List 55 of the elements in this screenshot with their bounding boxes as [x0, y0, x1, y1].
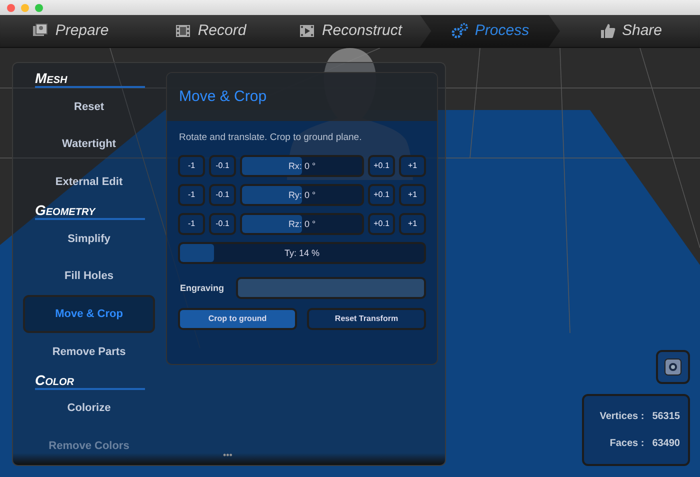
- step-button[interactable]: +1: [399, 155, 426, 178]
- minimize-button[interactable]: [21, 4, 29, 12]
- stat-value: 63490: [652, 437, 680, 452]
- crop-button[interactable]: Crop to ground: [178, 308, 297, 330]
- step-button[interactable]: -0.1: [209, 213, 236, 236]
- stat-label: Faces :: [610, 437, 644, 452]
- sidebar-item[interactable]: Colorize: [23, 390, 155, 428]
- zoom-button[interactable]: [35, 4, 43, 12]
- tab[interactable]: Share: [560, 15, 700, 47]
- step-button[interactable]: -0.1: [209, 155, 236, 178]
- tab[interactable]: Record: [140, 15, 280, 47]
- slider-label: Ry: 0 °: [288, 189, 316, 202]
- slider-track[interactable]: Ty: 14 %: [178, 242, 426, 264]
- film-play-icon: [298, 22, 316, 40]
- step-button[interactable]: -1: [178, 155, 205, 178]
- sidebar-item[interactable]: Move & Crop: [23, 295, 155, 334]
- engraving-label: Engraving: [180, 282, 224, 295]
- dialog-description: Rotate and translate. Crop to ground plane.: [178, 131, 363, 145]
- stat-label: Vertices :: [600, 410, 644, 424]
- step-button[interactable]: -1: [178, 213, 205, 236]
- tab[interactable]: Reconstruct: [280, 15, 420, 47]
- sidebar-item[interactable]: External Edit: [23, 163, 155, 202]
- dialog-title: Move & Crop: [179, 86, 267, 107]
- tab[interactable]: Prepare: [0, 15, 140, 47]
- step-button[interactable]: +0.1: [368, 184, 395, 206]
- slider-track[interactable]: Ry: 0 °: [240, 184, 364, 206]
- sidebar-item[interactable]: Watertight: [23, 126, 155, 164]
- sidebar-item[interactable]: Simplify: [23, 220, 155, 258]
- more-indicator: •••: [223, 448, 232, 462]
- slider-track[interactable]: Rz: 0 °: [240, 213, 364, 236]
- step-button[interactable]: +1: [399, 184, 426, 206]
- step-button[interactable]: -0.1: [209, 184, 236, 206]
- slider-label: Rz: 0 °: [288, 218, 316, 232]
- slider-label: Rx: 0 °: [288, 160, 316, 174]
- gears-icon: [450, 22, 469, 40]
- section-header: Color: [35, 372, 145, 390]
- sidebar-item[interactable]: Remove Parts: [23, 333, 155, 371]
- snapshot-button[interactable]: [656, 350, 690, 384]
- film-icon: [174, 22, 192, 40]
- engraving-input-field[interactable]: [236, 277, 426, 300]
- close-button[interactable]: [7, 4, 15, 12]
- sidebar-item[interactable]: Fill Holes: [23, 258, 155, 296]
- step-button[interactable]: +0.1: [368, 213, 395, 236]
- slider-track[interactable]: Rx: 0 °: [240, 155, 364, 178]
- step-button[interactable]: +0.1: [368, 155, 395, 178]
- camera-icon: [664, 358, 682, 376]
- reset-button[interactable]: Reset Transform: [307, 308, 426, 330]
- slider-label: Ty: 14 %: [284, 247, 320, 260]
- tab[interactable]: Process: [420, 15, 560, 47]
- sidebar-item[interactable]: Reset: [23, 88, 155, 126]
- step-button[interactable]: +1: [399, 213, 426, 236]
- step-button[interactable]: -1: [178, 184, 205, 206]
- section-header: Geometry: [35, 203, 145, 220]
- section-header: Mesh: [35, 71, 145, 88]
- stat-value: 56315: [652, 410, 680, 424]
